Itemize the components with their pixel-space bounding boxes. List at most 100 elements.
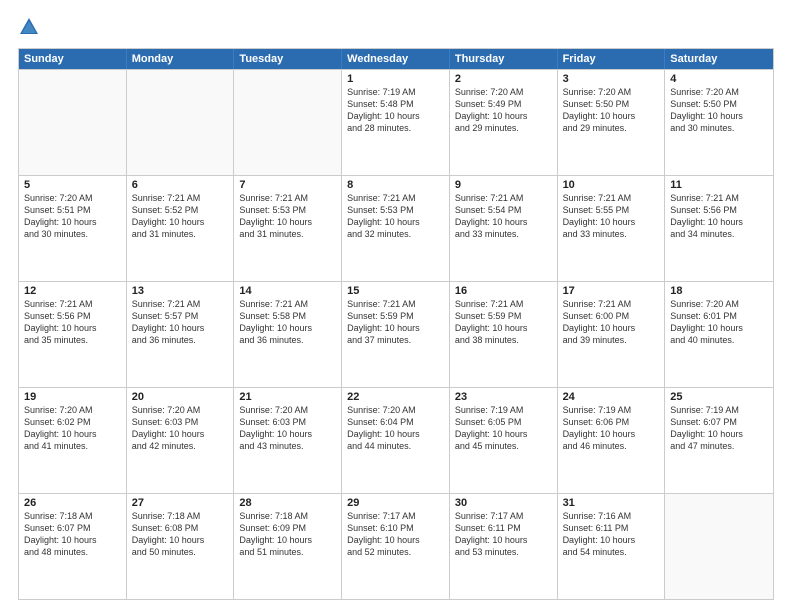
cell-info-text: Sunrise: 7:20 AM Sunset: 6:02 PM Dayligh… <box>24 404 121 453</box>
calendar-cell: 10Sunrise: 7:21 AM Sunset: 5:55 PM Dayli… <box>558 176 666 281</box>
cell-info-text: Sunrise: 7:20 AM Sunset: 5:50 PM Dayligh… <box>563 86 660 135</box>
cell-info-text: Sunrise: 7:19 AM Sunset: 5:48 PM Dayligh… <box>347 86 444 135</box>
cell-day-number: 18 <box>670 285 768 297</box>
cell-info-text: Sunrise: 7:21 AM Sunset: 5:59 PM Dayligh… <box>347 298 444 347</box>
weekday-header-sunday: Sunday <box>19 49 127 69</box>
cell-day-number: 8 <box>347 179 444 191</box>
cell-day-number: 2 <box>455 73 552 85</box>
cell-day-number: 23 <box>455 391 552 403</box>
cell-day-number: 3 <box>563 73 660 85</box>
calendar-cell: 24Sunrise: 7:19 AM Sunset: 6:06 PM Dayli… <box>558 388 666 493</box>
cell-info-text: Sunrise: 7:20 AM Sunset: 5:49 PM Dayligh… <box>455 86 552 135</box>
cell-info-text: Sunrise: 7:21 AM Sunset: 5:56 PM Dayligh… <box>24 298 121 347</box>
cell-info-text: Sunrise: 7:17 AM Sunset: 6:10 PM Dayligh… <box>347 510 444 559</box>
cell-day-number: 22 <box>347 391 444 403</box>
cell-info-text: Sunrise: 7:21 AM Sunset: 5:57 PM Dayligh… <box>132 298 229 347</box>
cell-day-number: 19 <box>24 391 121 403</box>
cell-day-number: 17 <box>563 285 660 297</box>
calendar-cell: 30Sunrise: 7:17 AM Sunset: 6:11 PM Dayli… <box>450 494 558 599</box>
calendar-body: 1Sunrise: 7:19 AM Sunset: 5:48 PM Daylig… <box>19 69 773 599</box>
weekday-header-monday: Monday <box>127 49 235 69</box>
weekday-header-friday: Friday <box>558 49 666 69</box>
cell-info-text: Sunrise: 7:17 AM Sunset: 6:11 PM Dayligh… <box>455 510 552 559</box>
calendar-cell: 3Sunrise: 7:20 AM Sunset: 5:50 PM Daylig… <box>558 70 666 175</box>
cell-day-number: 21 <box>239 391 336 403</box>
cell-info-text: Sunrise: 7:21 AM Sunset: 5:53 PM Dayligh… <box>239 192 336 241</box>
cell-day-number: 30 <box>455 497 552 509</box>
calendar-cell: 20Sunrise: 7:20 AM Sunset: 6:03 PM Dayli… <box>127 388 235 493</box>
cell-info-text: Sunrise: 7:21 AM Sunset: 5:59 PM Dayligh… <box>455 298 552 347</box>
calendar-cell: 21Sunrise: 7:20 AM Sunset: 6:03 PM Dayli… <box>234 388 342 493</box>
cell-day-number: 16 <box>455 285 552 297</box>
calendar-cell: 12Sunrise: 7:21 AM Sunset: 5:56 PM Dayli… <box>19 282 127 387</box>
calendar-cell: 15Sunrise: 7:21 AM Sunset: 5:59 PM Dayli… <box>342 282 450 387</box>
cell-info-text: Sunrise: 7:21 AM Sunset: 5:54 PM Dayligh… <box>455 192 552 241</box>
cell-info-text: Sunrise: 7:20 AM Sunset: 6:04 PM Dayligh… <box>347 404 444 453</box>
cell-day-number: 25 <box>670 391 768 403</box>
cell-day-number: 11 <box>670 179 768 191</box>
calendar-cell: 4Sunrise: 7:20 AM Sunset: 5:50 PM Daylig… <box>665 70 773 175</box>
cell-info-text: Sunrise: 7:19 AM Sunset: 6:06 PM Dayligh… <box>563 404 660 453</box>
calendar-cell: 28Sunrise: 7:18 AM Sunset: 6:09 PM Dayli… <box>234 494 342 599</box>
cell-day-number: 31 <box>563 497 660 509</box>
calendar-cell: 11Sunrise: 7:21 AM Sunset: 5:56 PM Dayli… <box>665 176 773 281</box>
cell-info-text: Sunrise: 7:21 AM Sunset: 5:55 PM Dayligh… <box>563 192 660 241</box>
weekday-header-wednesday: Wednesday <box>342 49 450 69</box>
cell-day-number: 13 <box>132 285 229 297</box>
calendar-header: SundayMondayTuesdayWednesdayThursdayFrid… <box>19 49 773 69</box>
cell-day-number: 15 <box>347 285 444 297</box>
calendar-row-3: 19Sunrise: 7:20 AM Sunset: 6:02 PM Dayli… <box>19 387 773 493</box>
calendar-cell: 25Sunrise: 7:19 AM Sunset: 6:07 PM Dayli… <box>665 388 773 493</box>
cell-day-number: 1 <box>347 73 444 85</box>
calendar-cell: 5Sunrise: 7:20 AM Sunset: 5:51 PM Daylig… <box>19 176 127 281</box>
cell-day-number: 26 <box>24 497 121 509</box>
calendar-cell: 19Sunrise: 7:20 AM Sunset: 6:02 PM Dayli… <box>19 388 127 493</box>
weekday-header-thursday: Thursday <box>450 49 558 69</box>
calendar-cell <box>127 70 235 175</box>
calendar-cell: 22Sunrise: 7:20 AM Sunset: 6:04 PM Dayli… <box>342 388 450 493</box>
calendar-cell: 7Sunrise: 7:21 AM Sunset: 5:53 PM Daylig… <box>234 176 342 281</box>
calendar-cell: 23Sunrise: 7:19 AM Sunset: 6:05 PM Dayli… <box>450 388 558 493</box>
calendar-cell <box>19 70 127 175</box>
cell-info-text: Sunrise: 7:16 AM Sunset: 6:11 PM Dayligh… <box>563 510 660 559</box>
calendar-cell: 31Sunrise: 7:16 AM Sunset: 6:11 PM Dayli… <box>558 494 666 599</box>
cell-day-number: 7 <box>239 179 336 191</box>
cell-info-text: Sunrise: 7:20 AM Sunset: 6:01 PM Dayligh… <box>670 298 768 347</box>
cell-day-number: 24 <box>563 391 660 403</box>
calendar-cell: 18Sunrise: 7:20 AM Sunset: 6:01 PM Dayli… <box>665 282 773 387</box>
cell-info-text: Sunrise: 7:21 AM Sunset: 5:56 PM Dayligh… <box>670 192 768 241</box>
calendar-row-0: 1Sunrise: 7:19 AM Sunset: 5:48 PM Daylig… <box>19 69 773 175</box>
calendar-cell: 16Sunrise: 7:21 AM Sunset: 5:59 PM Dayli… <box>450 282 558 387</box>
cell-day-number: 28 <box>239 497 336 509</box>
calendar-cell: 6Sunrise: 7:21 AM Sunset: 5:52 PM Daylig… <box>127 176 235 281</box>
calendar-cell: 2Sunrise: 7:20 AM Sunset: 5:49 PM Daylig… <box>450 70 558 175</box>
calendar-cell: 1Sunrise: 7:19 AM Sunset: 5:48 PM Daylig… <box>342 70 450 175</box>
cell-info-text: Sunrise: 7:18 AM Sunset: 6:07 PM Dayligh… <box>24 510 121 559</box>
cell-day-number: 27 <box>132 497 229 509</box>
cell-info-text: Sunrise: 7:18 AM Sunset: 6:08 PM Dayligh… <box>132 510 229 559</box>
calendar: SundayMondayTuesdayWednesdayThursdayFrid… <box>18 48 774 600</box>
cell-info-text: Sunrise: 7:21 AM Sunset: 6:00 PM Dayligh… <box>563 298 660 347</box>
logo-icon <box>18 16 40 38</box>
cell-day-number: 20 <box>132 391 229 403</box>
logo <box>18 16 44 38</box>
cell-day-number: 9 <box>455 179 552 191</box>
cell-info-text: Sunrise: 7:21 AM Sunset: 5:58 PM Dayligh… <box>239 298 336 347</box>
cell-info-text: Sunrise: 7:18 AM Sunset: 6:09 PM Dayligh… <box>239 510 336 559</box>
cell-info-text: Sunrise: 7:21 AM Sunset: 5:52 PM Dayligh… <box>132 192 229 241</box>
cell-day-number: 10 <box>563 179 660 191</box>
weekday-header-saturday: Saturday <box>665 49 773 69</box>
cell-info-text: Sunrise: 7:20 AM Sunset: 6:03 PM Dayligh… <box>239 404 336 453</box>
cell-day-number: 29 <box>347 497 444 509</box>
calendar-cell: 17Sunrise: 7:21 AM Sunset: 6:00 PM Dayli… <box>558 282 666 387</box>
calendar-cell: 8Sunrise: 7:21 AM Sunset: 5:53 PM Daylig… <box>342 176 450 281</box>
calendar-row-1: 5Sunrise: 7:20 AM Sunset: 5:51 PM Daylig… <box>19 175 773 281</box>
calendar-cell: 27Sunrise: 7:18 AM Sunset: 6:08 PM Dayli… <box>127 494 235 599</box>
header <box>18 16 774 38</box>
weekday-header-tuesday: Tuesday <box>234 49 342 69</box>
calendar-cell: 14Sunrise: 7:21 AM Sunset: 5:58 PM Dayli… <box>234 282 342 387</box>
cell-day-number: 12 <box>24 285 121 297</box>
cell-day-number: 4 <box>670 73 768 85</box>
cell-info-text: Sunrise: 7:19 AM Sunset: 6:07 PM Dayligh… <box>670 404 768 453</box>
cell-info-text: Sunrise: 7:20 AM Sunset: 5:51 PM Dayligh… <box>24 192 121 241</box>
